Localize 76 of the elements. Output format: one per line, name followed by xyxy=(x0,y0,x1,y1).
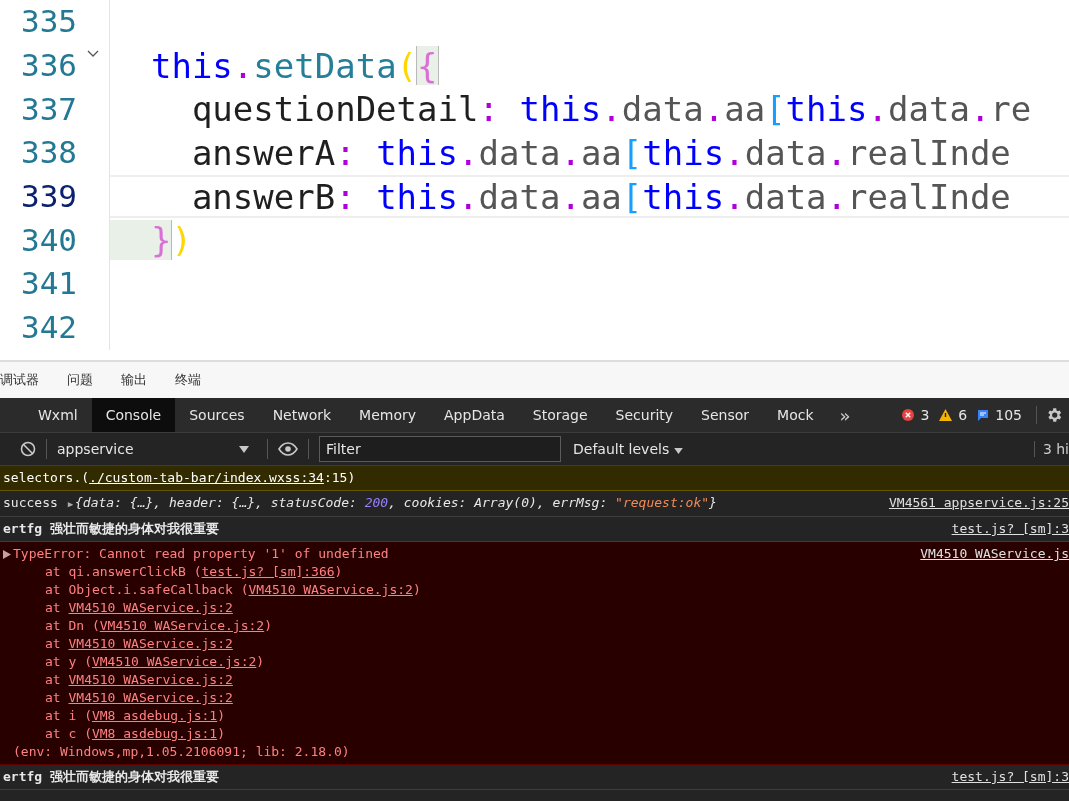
devtools-tab[interactable]: Sources xyxy=(175,398,259,432)
filter-field[interactable]: Filter xyxy=(319,436,561,462)
source-link[interactable]: VM8 asdebug.js:1 xyxy=(91,708,218,723)
code-line: answerA: this.data.aa[this.data.realInde xyxy=(190,132,1012,175)
context-select[interactable]: appservice xyxy=(57,441,257,457)
panel-tab[interactable]: 问题 xyxy=(67,371,93,389)
console-line: at Dn (VM4510 WAService.js:2) xyxy=(44,617,273,635)
hidden-count: 3 hi xyxy=(1033,441,1069,457)
line-number: 336 xyxy=(21,50,77,82)
message-icon xyxy=(977,409,990,421)
expand-arrow-icon[interactable] xyxy=(3,550,11,559)
panel-tab[interactable]: 输出 xyxy=(121,371,147,389)
console-line: at y (VM4510 WAService.js:2) xyxy=(44,653,266,671)
source-link[interactable]: VM4510 WAService.js:2 xyxy=(248,582,413,597)
devtools-tab[interactable]: Console xyxy=(91,398,176,432)
source-link[interactable]: VM4510 WAService.js:2 xyxy=(68,690,233,705)
source-link[interactable]: VM4510 WAService.js:2 xyxy=(68,636,233,651)
caret-icon xyxy=(674,448,684,454)
console-line: ertfg 强壮而敏捷的身体对我很重要 xyxy=(3,520,220,538)
caret-icon xyxy=(239,445,249,453)
line-number: 341 xyxy=(21,268,77,300)
console-line: at c (VM8 asdebug.js:1) xyxy=(44,725,227,743)
console-line: TypeError: Cannot read property '1' of undefined xyxy=(13,545,390,563)
code-line: this.setData({ xyxy=(149,44,439,88)
console-line: at i (VM8 asdebug.js:1) xyxy=(44,707,227,725)
line-number: 342 xyxy=(21,312,77,344)
devtools-tab[interactable]: Sensor xyxy=(687,398,764,432)
source-link[interactable]: test.js? [sm]:3 xyxy=(951,768,1069,786)
console-line: selectors.(./custom-tab-bar/index.wxss:34:15) xyxy=(3,469,357,487)
source-link[interactable]: VM4510 WAService.js:2 xyxy=(68,600,233,615)
line-number: 340 xyxy=(21,224,77,256)
code-line: questionDetail: this.data.aa[this.data.re xyxy=(190,88,1033,132)
line-number: 338 xyxy=(21,137,77,169)
panel-tab[interactable]: 调试器 xyxy=(0,371,39,389)
line-number: 339 xyxy=(21,181,77,213)
line-number: 337 xyxy=(21,93,77,125)
devtools-tab[interactable]: Network xyxy=(258,398,346,432)
warning-icon xyxy=(939,409,953,421)
devtools-tab[interactable]: Mock xyxy=(763,398,828,432)
console-line: success ▶{data: {…}, header: {…}, statusCode: 200, cookies: Array(0), errMsg: "request:ok"} xyxy=(3,494,718,512)
source-link[interactable]: VM4510 WAService.js:2 xyxy=(68,672,233,687)
devtools-tab[interactable]: AppData xyxy=(430,398,519,432)
error-icon xyxy=(902,409,915,421)
console-line: at VM4510 WAService.js:2 xyxy=(44,599,234,617)
devtools-tab[interactable]: Security xyxy=(601,398,688,432)
console-line: at VM4510 WAService.js:2 xyxy=(44,671,234,689)
console-line: (env: Windows,mp,1.05.2106091; lib: 2.18.0) xyxy=(13,743,351,761)
console-line: at Object.i.safeCallback (VM4510 WAService.js:2) xyxy=(44,581,422,599)
source-link[interactable]: ./custom-tab-bar/index.wxss:34 xyxy=(89,470,324,485)
issue-count: 6 xyxy=(958,407,968,423)
console-line: at VM4510 WAService.js:2 xyxy=(44,689,234,707)
console-line: ertfg 强壮而敏捷的身体对我很重要 xyxy=(3,768,220,786)
devtools-tab[interactable]: Storage xyxy=(518,398,602,432)
code-line: answerB: this.data.aa[this.data.realInde xyxy=(110,174,1069,219)
devtools-tab[interactable]: Wxml xyxy=(24,398,92,432)
log-levels-dropdown[interactable]: Default levels xyxy=(573,441,684,457)
issue-count: 105 xyxy=(995,407,1022,423)
more-tabs-button[interactable]: » xyxy=(827,398,863,432)
line-number: 335 xyxy=(21,6,77,38)
fold-chevron-icon[interactable] xyxy=(87,49,99,58)
devtools-tab[interactable]: Memory xyxy=(345,398,431,432)
source-link[interactable]: VM4510 WAService.js:2 xyxy=(91,654,257,669)
source-link[interactable]: test.js? [sm]:366 xyxy=(201,564,335,579)
console-line: at VM4510 WAService.js:2 xyxy=(44,635,234,653)
source-link[interactable]: VM4561 appservice.js:25 xyxy=(889,494,1069,512)
source-link[interactable]: VM4510 WAService.js:2 xyxy=(99,618,265,633)
code-line: }) xyxy=(110,218,1069,263)
eye-icon[interactable] xyxy=(278,442,298,456)
panel-tab[interactable]: 终端 xyxy=(175,371,201,389)
source-link[interactable]: VM8 asdebug.js:1 xyxy=(91,726,218,741)
console-line: at qi.answerClickB (test.js? [sm]:366) xyxy=(44,563,344,581)
issue-count: 3 xyxy=(920,407,930,423)
expand-arrow-icon[interactable]: ▶ xyxy=(67,499,74,509)
source-link[interactable]: test.js? [sm]:3 xyxy=(951,520,1069,538)
clear-console-icon[interactable] xyxy=(20,441,36,457)
source-link[interactable]: VM4510 WAService.js xyxy=(920,545,1069,563)
